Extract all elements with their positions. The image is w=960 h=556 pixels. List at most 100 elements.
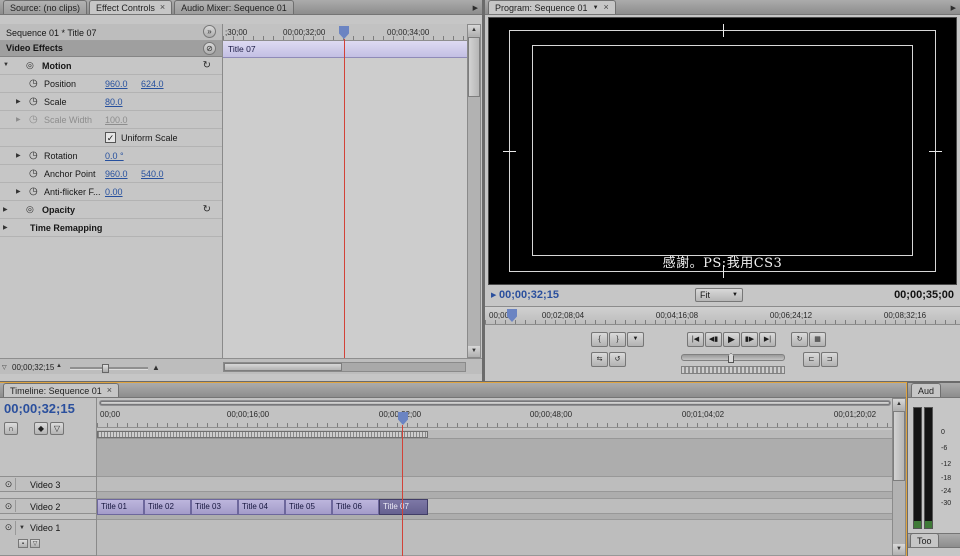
- play-button[interactable]: ▶: [723, 332, 740, 347]
- zoom-out-icon[interactable]: ▲: [56, 363, 62, 369]
- show-hide-timeline-view-icon[interactable]: »: [203, 25, 216, 38]
- close-icon[interactable]: ×: [107, 386, 112, 395]
- reset-effect-icon[interactable]: ↻: [203, 60, 211, 71]
- shuttle-thumb[interactable]: [728, 353, 734, 363]
- video3-track[interactable]: [97, 476, 893, 492]
- twirl-closed-icon[interactable]: ▶: [16, 152, 21, 159]
- timeline-clip-selected[interactable]: Title 07: [379, 499, 428, 515]
- ec-timecode[interactable]: 00;00;32;15: [12, 363, 54, 372]
- reset-effect-icon[interactable]: ↻: [203, 204, 211, 215]
- play-in-out-button[interactable]: ⇆: [591, 352, 608, 367]
- close-icon[interactable]: ×: [604, 3, 609, 12]
- timeline-clip[interactable]: Title 05: [285, 499, 332, 515]
- snap-button[interactable]: ∩: [4, 422, 18, 435]
- time-remapping-row[interactable]: ▶ Time Remapping: [0, 219, 222, 237]
- timeline-timecode[interactable]: 00;00;32;15: [4, 401, 75, 416]
- goto-in-button[interactable]: |◀: [687, 332, 704, 347]
- program-timebar[interactable]: 00;00 00;02;08;04 00;04;16;08 00;06;24;1…: [485, 306, 960, 325]
- toggle-track-output-video1[interactable]: ⊙: [2, 521, 16, 535]
- video1-track[interactable]: [97, 519, 893, 556]
- toggle-track-output-video3[interactable]: ⊙: [2, 478, 16, 490]
- zoom-slider[interactable]: [70, 367, 148, 370]
- program-video-preview[interactable]: 感謝。PS:我用CS3: [488, 17, 957, 285]
- timeline-vertical-scrollbar[interactable]: ▲ ▼: [892, 398, 906, 556]
- timeline-clip[interactable]: Title 02: [144, 499, 191, 515]
- twirl-closed-icon[interactable]: ▶: [16, 98, 21, 105]
- scroll-down-icon[interactable]: ▼: [468, 346, 480, 357]
- scroll-up-icon[interactable]: ▲: [468, 25, 480, 36]
- set-in-button[interactable]: {: [591, 332, 608, 347]
- stopwatch-icon[interactable]: ◷: [29, 168, 38, 179]
- tab-program[interactable]: Program: Sequence 01 ▼ ×: [488, 0, 616, 14]
- twirl-open-icon[interactable]: ▼: [3, 62, 9, 68]
- toggle-track-output-video2[interactable]: ⊙: [2, 500, 16, 512]
- scrollbar-thumb[interactable]: [468, 37, 480, 97]
- work-area-segment[interactable]: [97, 431, 428, 438]
- set-encore-marker-button[interactable]: ◆: [34, 422, 48, 435]
- work-area-bar[interactable]: [97, 430, 893, 439]
- position-x-value[interactable]: 960.0: [105, 79, 128, 89]
- stopwatch-icon[interactable]: ◷: [29, 78, 38, 89]
- viewing-area-thumb[interactable]: [100, 401, 890, 405]
- scrollbar-thumb[interactable]: [224, 363, 342, 371]
- ec-horizontal-scrollbar[interactable]: [223, 362, 466, 372]
- twirl-closed-icon[interactable]: ▶: [3, 224, 8, 231]
- program-current-time[interactable]: 00;00;32;15: [499, 289, 559, 301]
- stopwatch-icon[interactable]: ◷: [29, 150, 38, 161]
- set-display-style-button[interactable]: ▪: [18, 539, 28, 548]
- twirl-open-icon[interactable]: ▼: [19, 525, 25, 531]
- set-out-button[interactable]: }: [609, 332, 626, 347]
- loop-button[interactable]: ↻: [791, 332, 808, 347]
- twirl-closed-icon[interactable]: ▶: [16, 188, 21, 195]
- loop-playback-button[interactable]: ↺: [609, 352, 626, 367]
- panel-menu-icon[interactable]: ▶: [951, 4, 956, 12]
- video2-track[interactable]: Title 01 Title 02 Title 03 Title 04 Titl…: [97, 498, 893, 514]
- timeline-timebar[interactable]: 00;00 00;00;16;00 00;00;32;00 00;00;48;0…: [97, 398, 893, 428]
- rotation-value[interactable]: 0.0 °: [105, 151, 124, 161]
- jog-disk[interactable]: [681, 366, 785, 374]
- goto-out-button[interactable]: ▶|: [759, 332, 776, 347]
- fit-dropdown[interactable]: Fit ▼: [695, 288, 743, 302]
- panel-menu-icon[interactable]: ▶: [473, 4, 478, 12]
- ec-clip-bar[interactable]: Title 07: [223, 41, 467, 58]
- tab-source[interactable]: Source: (no clips): [3, 0, 87, 14]
- step-forward-button[interactable]: ▮▶: [741, 332, 758, 347]
- tab-audio-mixer[interactable]: Audio Mixer: Sequence 01: [174, 0, 294, 14]
- video2-track-header[interactable]: ⊙ Video 2: [0, 498, 96, 514]
- shuttle-slider[interactable]: [681, 354, 785, 361]
- timeline-clip[interactable]: Title 03: [191, 499, 238, 515]
- twirl-closed-icon[interactable]: ▶: [3, 206, 8, 213]
- tab-timeline[interactable]: Timeline: Sequence 01 ×: [3, 383, 119, 397]
- video1-track-header[interactable]: ⊙ ▼ Video 1 ▪ ▽: [0, 519, 96, 556]
- zoom-slider-thumb[interactable]: [102, 364, 109, 373]
- position-y-value[interactable]: 624.0: [141, 79, 164, 89]
- scroll-up-icon[interactable]: ▲: [893, 399, 905, 410]
- zoom-in-icon[interactable]: ▲: [152, 363, 160, 372]
- tab-audio-meters[interactable]: Aud: [911, 383, 941, 397]
- motion-effect-row[interactable]: ▼ ◎ Motion ↻: [0, 57, 222, 75]
- step-back-button[interactable]: ◀▮: [705, 332, 722, 347]
- timeline-clip[interactable]: Title 06: [332, 499, 379, 515]
- set-marker-button[interactable]: ▼: [627, 332, 644, 347]
- dropdown-arrow-icon[interactable]: ▼: [593, 5, 599, 11]
- opacity-effect-row[interactable]: ▶ ◎ Opacity ↻: [0, 201, 222, 219]
- set-marker-button[interactable]: ▽: [50, 422, 64, 435]
- anchor-y-value[interactable]: 540.0: [141, 169, 164, 179]
- stopwatch-icon[interactable]: ◷: [29, 96, 38, 107]
- show-keyframes-button[interactable]: ▽: [30, 539, 40, 548]
- scrollbar-thumb[interactable]: [893, 411, 905, 481]
- safe-margins-button[interactable]: ▦: [809, 332, 826, 347]
- extract-button[interactable]: ⊐: [821, 352, 838, 367]
- ec-vertical-scrollbar[interactable]: ▲ ▼: [467, 24, 481, 358]
- timeline-clip[interactable]: Title 04: [238, 499, 285, 515]
- lift-button[interactable]: ⊏: [803, 352, 820, 367]
- scroll-down-icon[interactable]: ▼: [893, 544, 905, 555]
- collapse-icon[interactable]: ▽: [2, 364, 7, 371]
- tab-tools[interactable]: Too: [910, 533, 939, 547]
- scale-value[interactable]: 80.0: [105, 97, 123, 107]
- close-icon[interactable]: ×: [160, 3, 165, 12]
- effects-toggle-icon[interactable]: ⊘: [203, 42, 216, 55]
- video3-track-header[interactable]: ⊙ Video 3: [0, 476, 96, 492]
- tab-effect-controls[interactable]: Effect Controls×: [89, 0, 172, 14]
- viewing-area-bar[interactable]: [99, 400, 891, 406]
